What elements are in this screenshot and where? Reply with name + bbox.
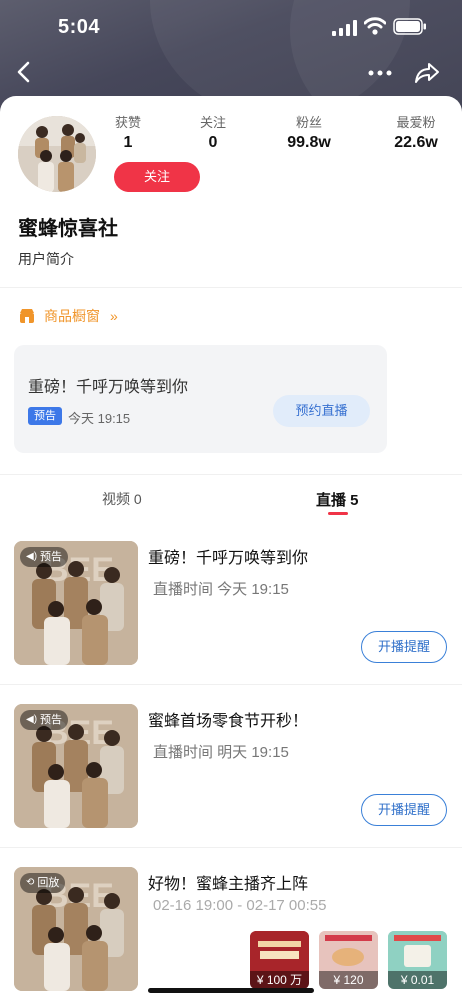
tag-label: 回放 — [37, 877, 60, 889]
divider — [0, 474, 462, 475]
divider — [0, 847, 462, 848]
tag-label: 预告 — [40, 551, 63, 563]
more-icon[interactable] — [368, 70, 392, 76]
replay-thumbnail[interactable]: BEE ⟲ 回放 — [14, 867, 138, 991]
cellular-signal-icon — [332, 20, 357, 36]
stat-label: 最爱粉 — [396, 115, 436, 130]
product-image — [250, 931, 309, 971]
share-icon[interactable] — [414, 61, 440, 85]
status-bar: 5:04 — [0, 0, 462, 56]
shop-window-label: 商品橱窗 — [44, 308, 100, 324]
follow-button[interactable]: 关注 — [114, 162, 200, 192]
product-price: ¥ 120 — [319, 971, 378, 989]
preview-tag: ◀) 预告 — [20, 710, 69, 730]
home-indicator — [148, 988, 314, 993]
tab-videos[interactable]: 视频 0 — [102, 489, 142, 509]
speaker-icon: ◀) — [26, 551, 38, 562]
shop-window-link[interactable]: 商品橱窗 » — [18, 304, 118, 328]
preview-tag: ◀) 预告 — [20, 547, 69, 567]
live-card-title: 重磅！千呼万唤等到你 — [28, 379, 189, 396]
replay-tag: ⟲ 回放 — [20, 873, 66, 893]
store-icon — [20, 309, 34, 323]
stat-followers[interactable]: 粉丝 99.8w — [279, 112, 339, 152]
stat-likes[interactable]: 获赞 1 — [98, 112, 158, 152]
wifi-icon — [364, 17, 386, 35]
live-reminder-button[interactable]: 开播提醒 — [361, 631, 447, 663]
stat-value: 0 — [208, 134, 218, 151]
live-card-time: 今天 19:15 — [68, 411, 131, 426]
tab-indicator — [328, 512, 348, 515]
product-thumbnail[interactable]: ¥ 0.01 — [388, 931, 447, 989]
upcoming-live-card[interactable]: 重磅！千呼万唤等到你 预告 今天 19:15 预约直播 — [14, 345, 387, 453]
stat-label: 关注 — [199, 115, 226, 130]
product-thumbnail[interactable]: ¥ 100 万 — [250, 931, 309, 989]
item-subtitle: 直播时间 今天 19:15 — [153, 581, 289, 598]
battery-icon — [393, 18, 426, 35]
replay-icon: ⟲ — [26, 877, 35, 888]
tag-label: 预告 — [40, 714, 63, 726]
profile-intro: 用户简介 — [18, 251, 74, 267]
item-title[interactable]: 蜜蜂首场零食节开秒！ — [148, 707, 308, 731]
product-price: ¥ 100 万 — [250, 971, 309, 989]
divider — [0, 684, 462, 685]
item-subtitle: 直播时间 明天 19:15 — [153, 744, 289, 761]
product-price: ¥ 0.01 — [388, 971, 447, 989]
stat-value: 22.6w — [394, 134, 438, 151]
back-icon[interactable] — [14, 60, 32, 84]
stat-value: 99.8w — [287, 134, 331, 151]
navigation-bar — [0, 56, 462, 92]
preview-badge: 预告 — [28, 407, 62, 425]
tab-live[interactable]: 直播 5 — [316, 489, 359, 510]
avatar[interactable] — [18, 116, 96, 192]
stat-value: 1 — [123, 134, 133, 151]
stat-following[interactable]: 关注 0 — [183, 112, 243, 152]
item-title[interactable]: 重磅！千呼万唤等到你 — [148, 544, 308, 568]
product-image — [388, 931, 447, 971]
live-thumbnail[interactable]: BEE ◀) 预告 — [14, 541, 138, 665]
item-title[interactable]: 好物！蜜蜂主播齐上阵 — [148, 870, 308, 894]
profile-name: 蜜蜂惊喜社 — [18, 218, 118, 240]
live-thumbnail[interactable]: BEE ◀) 预告 — [14, 704, 138, 828]
status-time: 5:04 — [58, 16, 101, 38]
divider — [0, 287, 462, 288]
product-image — [319, 931, 378, 971]
item-subtitle: 02-16 19:00 - 02-17 00:55 — [153, 897, 327, 914]
stat-label: 获赞 — [114, 115, 141, 130]
stat-label: 粉丝 — [295, 115, 322, 130]
product-thumbnail[interactable]: ¥ 120 — [319, 931, 378, 989]
speaker-icon: ◀) — [26, 714, 38, 725]
book-live-button[interactable]: 预约直播 — [273, 395, 370, 427]
double-chevron-icon: » — [110, 308, 118, 324]
stat-top-fans[interactable]: 最爱粉 22.6w — [386, 112, 446, 152]
live-reminder-button[interactable]: 开播提醒 — [361, 794, 447, 826]
